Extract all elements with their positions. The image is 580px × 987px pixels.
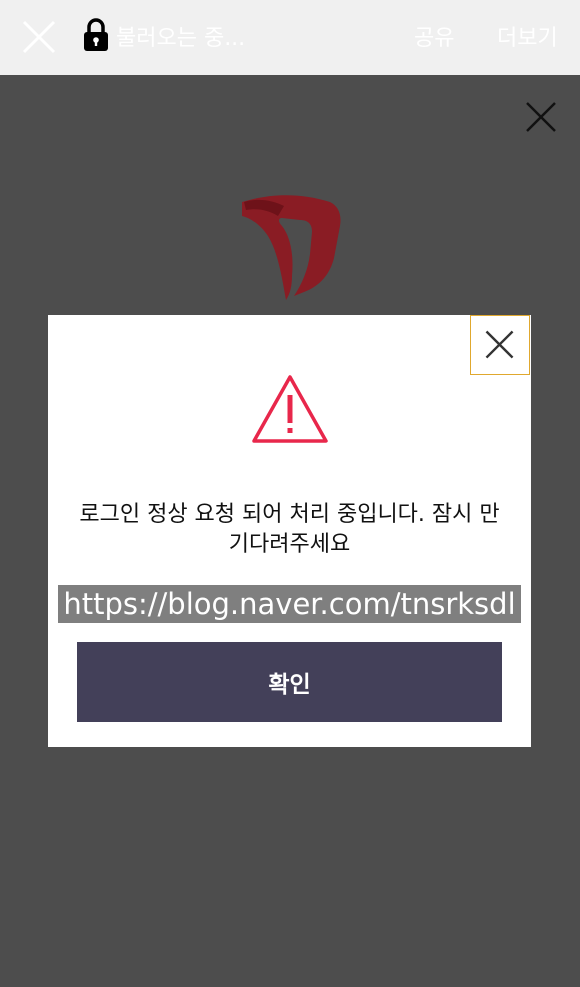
brand-logo xyxy=(242,195,341,300)
close-icon xyxy=(485,330,514,359)
confirm-button[interactable]: 확인 xyxy=(77,642,502,722)
page-title: 불러오는 중... xyxy=(116,26,246,51)
browser-toolbar: 불러오는 중... 공유 더보기 xyxy=(0,0,580,75)
close-icon[interactable] xyxy=(20,18,58,56)
lock-icon xyxy=(84,18,108,51)
close-icon[interactable] xyxy=(524,100,558,134)
share-button[interactable]: 공유 xyxy=(414,20,454,52)
more-button[interactable]: 더보기 xyxy=(497,20,558,52)
dialog-message: 로그인 정상 요청 되어 처리 중입니다. 잠시 만 기다려주세요 xyxy=(79,502,500,557)
url-text: https://blog.naver.com/tnsrksdl xyxy=(58,585,521,623)
warning-triangle-icon xyxy=(252,375,328,443)
alert-dialog: 로그인 정상 요청 되어 처리 중입니다. 잠시 만 기다려주세요 https:… xyxy=(48,315,531,747)
dialog-close-button[interactable] xyxy=(470,315,530,375)
